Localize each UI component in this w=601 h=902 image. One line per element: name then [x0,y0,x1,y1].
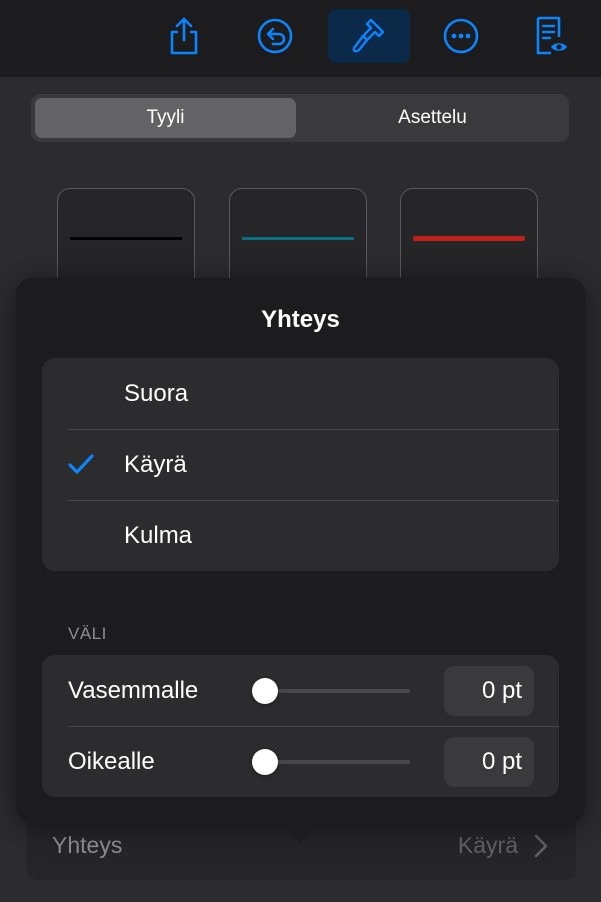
toolbar [0,0,601,77]
style-arrange-segmented-control: Tyyli Asettelu [31,94,569,142]
spacing-right-row: Oikealle 0 pt [42,726,559,797]
more-icon [443,18,479,54]
option-label: Suora [124,380,189,407]
format-button[interactable] [328,9,410,63]
option-label: Käyrä [124,451,187,478]
connection-popover: Yhteys Suora Käyrä Kulma VÄLI Vasemmalle… [16,278,585,823]
spacing-right-label: Oikealle [68,748,155,775]
spacing-left-value[interactable]: 0 pt [444,666,534,716]
more-button[interactable] [420,9,502,63]
undo-button[interactable] [234,9,316,63]
spacing-right-slider[interactable] [252,749,410,775]
spacing-left-slider[interactable] [252,678,410,704]
spacing-group: Vasemmalle 0 pt Oikealle 0 pt [42,655,559,797]
connection-type-list: Suora Käyrä Kulma [42,358,559,571]
line-preview-black [70,237,182,240]
slider-thumb[interactable] [252,749,278,775]
tab-arrange[interactable]: Asettelu [300,98,565,138]
spacing-section-label: VÄLI [68,624,107,643]
paintbrush-icon [352,18,385,53]
popover-title: Yhteys [261,306,340,333]
share-button[interactable] [143,9,225,63]
share-icon [170,17,198,55]
connection-row-value: Käyrä [457,832,518,858]
chevron-right-icon [534,834,548,858]
option-kayra[interactable]: Käyrä [42,429,559,500]
connection-row-label: Yhteys [52,832,123,858]
spacing-left-row: Vasemmalle 0 pt [42,655,559,726]
option-label: Kulma [124,522,193,549]
spacing-left-label: Vasemmalle [68,677,199,704]
slider-thumb[interactable] [252,678,278,704]
option-kulma[interactable]: Kulma [42,500,559,571]
reading-view-button[interactable] [510,9,592,63]
line-preview-teal [242,237,354,240]
popover-arrow [283,822,317,844]
reading-view-icon [536,16,567,55]
undo-icon [257,18,293,54]
checkmark-icon [68,454,94,474]
line-preview-red [413,236,525,241]
tab-style[interactable]: Tyyli [35,98,296,138]
spacing-right-value[interactable]: 0 pt [444,737,534,787]
option-suora[interactable]: Suora [42,358,559,429]
